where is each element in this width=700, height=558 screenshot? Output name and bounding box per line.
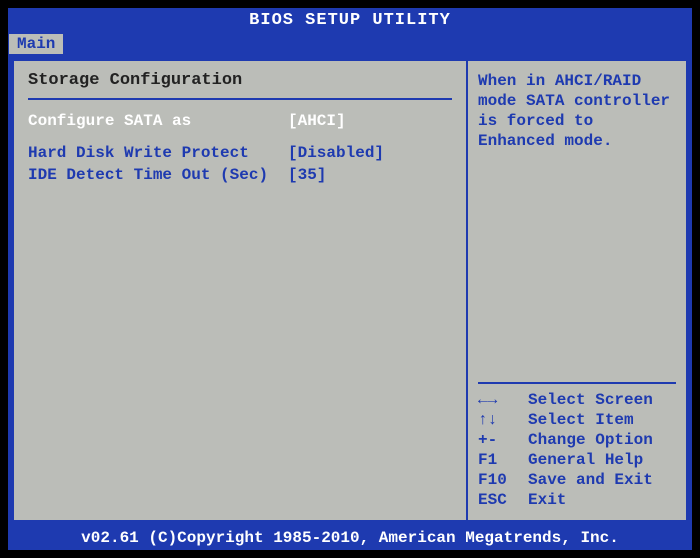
divider xyxy=(478,382,676,384)
key-esc: ESC xyxy=(478,490,528,510)
title-bar: BIOS SETUP UTILITY xyxy=(8,8,692,33)
section-title: Storage Configuration xyxy=(28,71,452,96)
copyright-text: v02.61 (C)Copyright 1985-2010, American … xyxy=(81,529,619,547)
setting-value: [AHCI] xyxy=(288,112,346,130)
key-hint-save-exit: F10 Save and Exit xyxy=(478,470,676,490)
key-hint-change-option: +- Change Option xyxy=(478,430,676,450)
setting-value: [Disabled] xyxy=(288,144,384,162)
setting-hd-write-protect[interactable]: Hard Disk Write Protect [Disabled] xyxy=(28,142,452,164)
key-f1: F1 xyxy=(478,450,528,470)
help-text: When in AHCI/RAID mode SATA controller i… xyxy=(478,71,676,151)
key-hint-general-help: F1 General Help xyxy=(478,450,676,470)
setting-ide-detect-timeout[interactable]: IDE Detect Time Out (Sec) [35] xyxy=(28,164,452,186)
key-hint-select-screen: ←→ Select Screen xyxy=(478,390,676,410)
key-plus-minus-icon: +- xyxy=(478,430,528,450)
key-arrows-ud-icon: ↑↓ xyxy=(478,410,528,430)
key-arrows-lr-icon: ←→ xyxy=(478,390,528,410)
help-pane: When in AHCI/RAID mode SATA controller i… xyxy=(468,59,688,522)
app-title: BIOS SETUP UTILITY xyxy=(249,11,451,30)
key-hint-exit: ESC Exit xyxy=(478,490,676,510)
setting-value: [35] xyxy=(288,166,326,184)
spacer xyxy=(28,132,452,142)
setting-label: Hard Disk Write Protect xyxy=(28,144,288,162)
setting-label: Configure SATA as xyxy=(28,112,288,130)
main-area: Storage Configuration Configure SATA as … xyxy=(8,55,692,526)
footer-bar: v02.61 (C)Copyright 1985-2010, American … xyxy=(8,526,692,550)
key-action: General Help xyxy=(528,450,643,470)
tab-row: Main xyxy=(8,33,692,55)
key-hint-select-item: ↑↓ Select Item xyxy=(478,410,676,430)
key-action: Select Screen xyxy=(528,390,653,410)
tab-label: Main xyxy=(17,35,55,53)
setting-configure-sata[interactable]: Configure SATA as [AHCI] xyxy=(28,110,452,132)
divider xyxy=(28,98,452,100)
bios-screen: BIOS SETUP UTILITY Main Storage Configur… xyxy=(8,8,692,550)
settings-pane: Storage Configuration Configure SATA as … xyxy=(12,59,468,522)
key-action: Exit xyxy=(528,490,566,510)
key-action: Select Item xyxy=(528,410,634,430)
key-action: Change Option xyxy=(528,430,653,450)
tab-main[interactable]: Main xyxy=(8,33,64,55)
key-f10: F10 xyxy=(478,470,528,490)
spacer xyxy=(478,151,676,376)
setting-label: IDE Detect Time Out (Sec) xyxy=(28,166,288,184)
key-action: Save and Exit xyxy=(528,470,653,490)
